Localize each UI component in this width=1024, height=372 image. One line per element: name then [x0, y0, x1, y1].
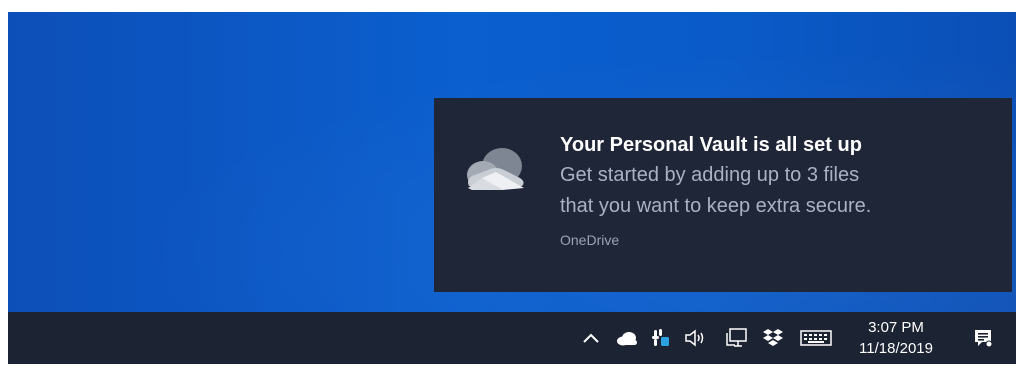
chevron-up-icon[interactable] — [580, 326, 602, 350]
network-icon[interactable] — [724, 326, 750, 350]
notification-center-icon[interactable] — [970, 326, 996, 350]
taskbar: 3:07 PM 11/18/2019 — [8, 312, 1016, 364]
notification-body-line-2: that you want to keep extra secure. — [560, 195, 872, 217]
notification-content: Your Personal Vault is all set up Get st… — [560, 132, 1000, 248]
screenshot-frame: Your Personal Vault is all set up Get st… — [8, 12, 1016, 364]
onedrive-icon[interactable] — [614, 326, 640, 350]
taskbar-clock[interactable]: 3:07 PM 11/18/2019 — [850, 317, 942, 359]
clock-time: 3:07 PM — [868, 319, 924, 336]
onedrive-notification-toast[interactable]: Your Personal Vault is all set up Get st… — [434, 98, 1012, 292]
notification-app-name: OneDrive — [560, 232, 620, 248]
notification-body: Get started by adding up to 3 files that… — [560, 160, 1000, 222]
keyboard-icon[interactable] — [798, 326, 834, 350]
notification-title: Your Personal Vault is all set up — [560, 134, 862, 156]
slack-icon[interactable] — [648, 326, 674, 350]
notification-body-line-1: Get started by adding up to 3 files — [560, 164, 860, 186]
onedrive-cloud-icon — [462, 146, 528, 192]
volume-icon[interactable] — [682, 326, 710, 350]
dropbox-icon[interactable] — [760, 326, 786, 350]
clock-date: 11/18/2019 — [859, 340, 933, 357]
